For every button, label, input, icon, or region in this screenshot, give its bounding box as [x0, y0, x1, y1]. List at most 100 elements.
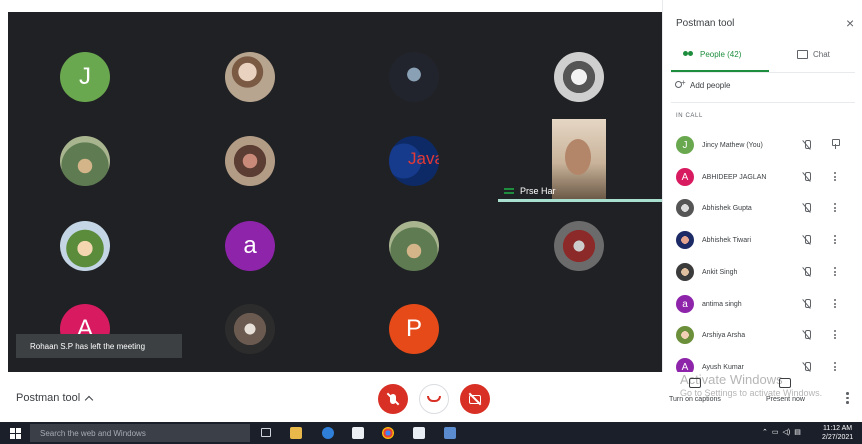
- divider: [671, 102, 855, 103]
- avatar: A: [676, 168, 694, 186]
- file-explorer-icon[interactable]: [290, 427, 302, 439]
- mic-off-icon[interactable]: [803, 235, 811, 245]
- divider: [671, 72, 855, 73]
- mic-off-icon[interactable]: [803, 203, 811, 213]
- participant-row[interactable]: a antima singh: [676, 294, 856, 314]
- chevron-up-icon[interactable]: ⌃: [762, 428, 768, 436]
- toast-text: Rohaan S.P has left the meeting: [30, 341, 146, 351]
- chrome-icon[interactable]: [382, 427, 394, 439]
- participant-tile-photo[interactable]: [60, 136, 110, 186]
- meet-window: J Java a A P Prse Har Rohaan S.P has left th…: [0, 0, 862, 444]
- pin-icon[interactable]: [832, 139, 840, 149]
- network-icon[interactable]: ▭: [772, 428, 779, 436]
- participant-face: [565, 139, 591, 175]
- avatar: [676, 199, 694, 217]
- participant-tile-photo[interactable]: [225, 52, 275, 102]
- participant-tile-photo[interactable]: [389, 52, 439, 102]
- mic-off-icon[interactable]: [803, 172, 811, 182]
- more-vert-icon[interactable]: [834, 172, 837, 181]
- java-logo-text: Java: [408, 149, 439, 168]
- windows-start-icon[interactable]: [10, 428, 21, 439]
- participant-name: ABHIDEEP JAGLAN: [702, 173, 767, 181]
- volume-icon[interactable]: ◁): [783, 428, 791, 436]
- leave-call-button[interactable]: [419, 384, 449, 414]
- participant-tile-letter[interactable]: J: [60, 52, 110, 102]
- participant-name: Ayush Kumar: [702, 363, 744, 371]
- closed-caption-icon: [688, 378, 701, 388]
- participant-tile-letter[interactable]: a: [225, 221, 275, 271]
- participant-row[interactable]: J Jincy Mathew (You): [676, 135, 856, 155]
- participant-tile-letter[interactable]: P: [389, 304, 439, 354]
- participant-name: Arshiya Arsha: [702, 331, 746, 339]
- present-to-all-icon: [779, 378, 792, 388]
- present-button[interactable]: Present now: [766, 378, 805, 403]
- mic-off-icon[interactable]: [803, 362, 811, 372]
- system-clock[interactable]: 11:12 AM 2/27/2021: [822, 424, 853, 442]
- participant-tile-photo[interactable]: [389, 221, 439, 271]
- mic-off-icon[interactable]: [803, 140, 811, 150]
- notification-icon[interactable]: ▤: [794, 428, 801, 436]
- person-add-icon: [675, 78, 686, 90]
- camera-toggle-button[interactable]: [460, 384, 490, 414]
- more-vert-icon[interactable]: [834, 267, 837, 276]
- participant-initial: a: [243, 232, 257, 259]
- participant-tile-photo[interactable]: [554, 221, 604, 271]
- taskbar-search-input[interactable]: Search the web and Windows: [30, 424, 250, 442]
- people-panel: Postman tool × People (42) Chat Add peop…: [662, 0, 862, 376]
- meeting-name: Postman tool: [16, 392, 81, 404]
- avatar: [676, 231, 694, 249]
- participant-tile-photo[interactable]: [225, 304, 275, 354]
- avatar: a: [676, 295, 694, 313]
- avatar: [676, 263, 694, 281]
- add-people-button[interactable]: Add people: [675, 78, 730, 90]
- mic-off-icon[interactable]: [803, 330, 811, 340]
- call-end-icon: [427, 396, 441, 402]
- tab-chat-label: Chat: [813, 50, 830, 59]
- meeting-details-button[interactable]: Postman tool: [16, 392, 94, 404]
- edge-icon[interactable]: [322, 427, 334, 439]
- pinned-video[interactable]: [552, 119, 606, 199]
- windows-taskbar: Search the web and Windows ⌃ ▭ ◁) ▤ 11:1…: [0, 422, 862, 444]
- more-options-icon[interactable]: [846, 392, 850, 404]
- taskbar-search-placeholder: Search the web and Windows: [40, 428, 146, 438]
- captions-label: Turn on captions: [669, 396, 721, 403]
- participant-row[interactable]: Arshiya Arsha: [676, 325, 856, 345]
- tab-people-label: People (42): [700, 50, 742, 59]
- more-vert-icon[interactable]: [834, 203, 837, 212]
- participant-tile-photo[interactable]: [60, 221, 110, 271]
- app-icon[interactable]: [444, 427, 456, 439]
- clock-time: 11:12 AM: [823, 425, 853, 432]
- clock-date: 2/27/2021: [822, 434, 854, 441]
- active-speaker-bar: [498, 199, 662, 202]
- more-vert-icon[interactable]: [834, 330, 837, 339]
- captions-button[interactable]: Turn on captions: [669, 378, 721, 403]
- present-label: Present now: [766, 396, 805, 403]
- more-vert-icon[interactable]: [834, 235, 837, 244]
- in-call-heading: IN CALL: [676, 113, 703, 119]
- pinned-name: Prse Har: [520, 186, 556, 196]
- participant-row[interactable]: Ankit Singh: [676, 262, 856, 282]
- pinned-participant-label: Prse Har: [498, 183, 556, 199]
- chat-icon: [797, 50, 808, 59]
- task-view-icon[interactable]: [261, 428, 271, 437]
- mic-off-icon[interactable]: [803, 299, 811, 309]
- system-tray: ⌃ ▭ ◁) ▤: [762, 428, 801, 436]
- store-icon[interactable]: [352, 427, 364, 439]
- mic-toggle-button[interactable]: [378, 384, 408, 414]
- people-icon: [683, 50, 695, 59]
- participant-tile-photo[interactable]: [225, 136, 275, 186]
- participant-row[interactable]: Abhishek Tiwari: [676, 230, 856, 250]
- participant-row[interactable]: Abhishek Gupta: [676, 198, 856, 218]
- tab-people[interactable]: People (42): [683, 50, 741, 59]
- participant-tile-photo[interactable]: [554, 52, 604, 102]
- close-icon[interactable]: ×: [846, 16, 854, 30]
- participant-row[interactable]: A ABHIDEEP JAGLAN: [676, 167, 856, 187]
- participant-tile-java[interactable]: Java: [389, 136, 439, 186]
- participant-name: antima singh: [702, 300, 742, 308]
- avatar: [676, 326, 694, 344]
- more-vert-icon[interactable]: [834, 362, 837, 371]
- more-vert-icon[interactable]: [834, 299, 837, 308]
- tab-chat[interactable]: Chat: [797, 50, 830, 59]
- snipping-tool-icon[interactable]: [413, 427, 425, 439]
- mic-off-icon[interactable]: [803, 267, 811, 277]
